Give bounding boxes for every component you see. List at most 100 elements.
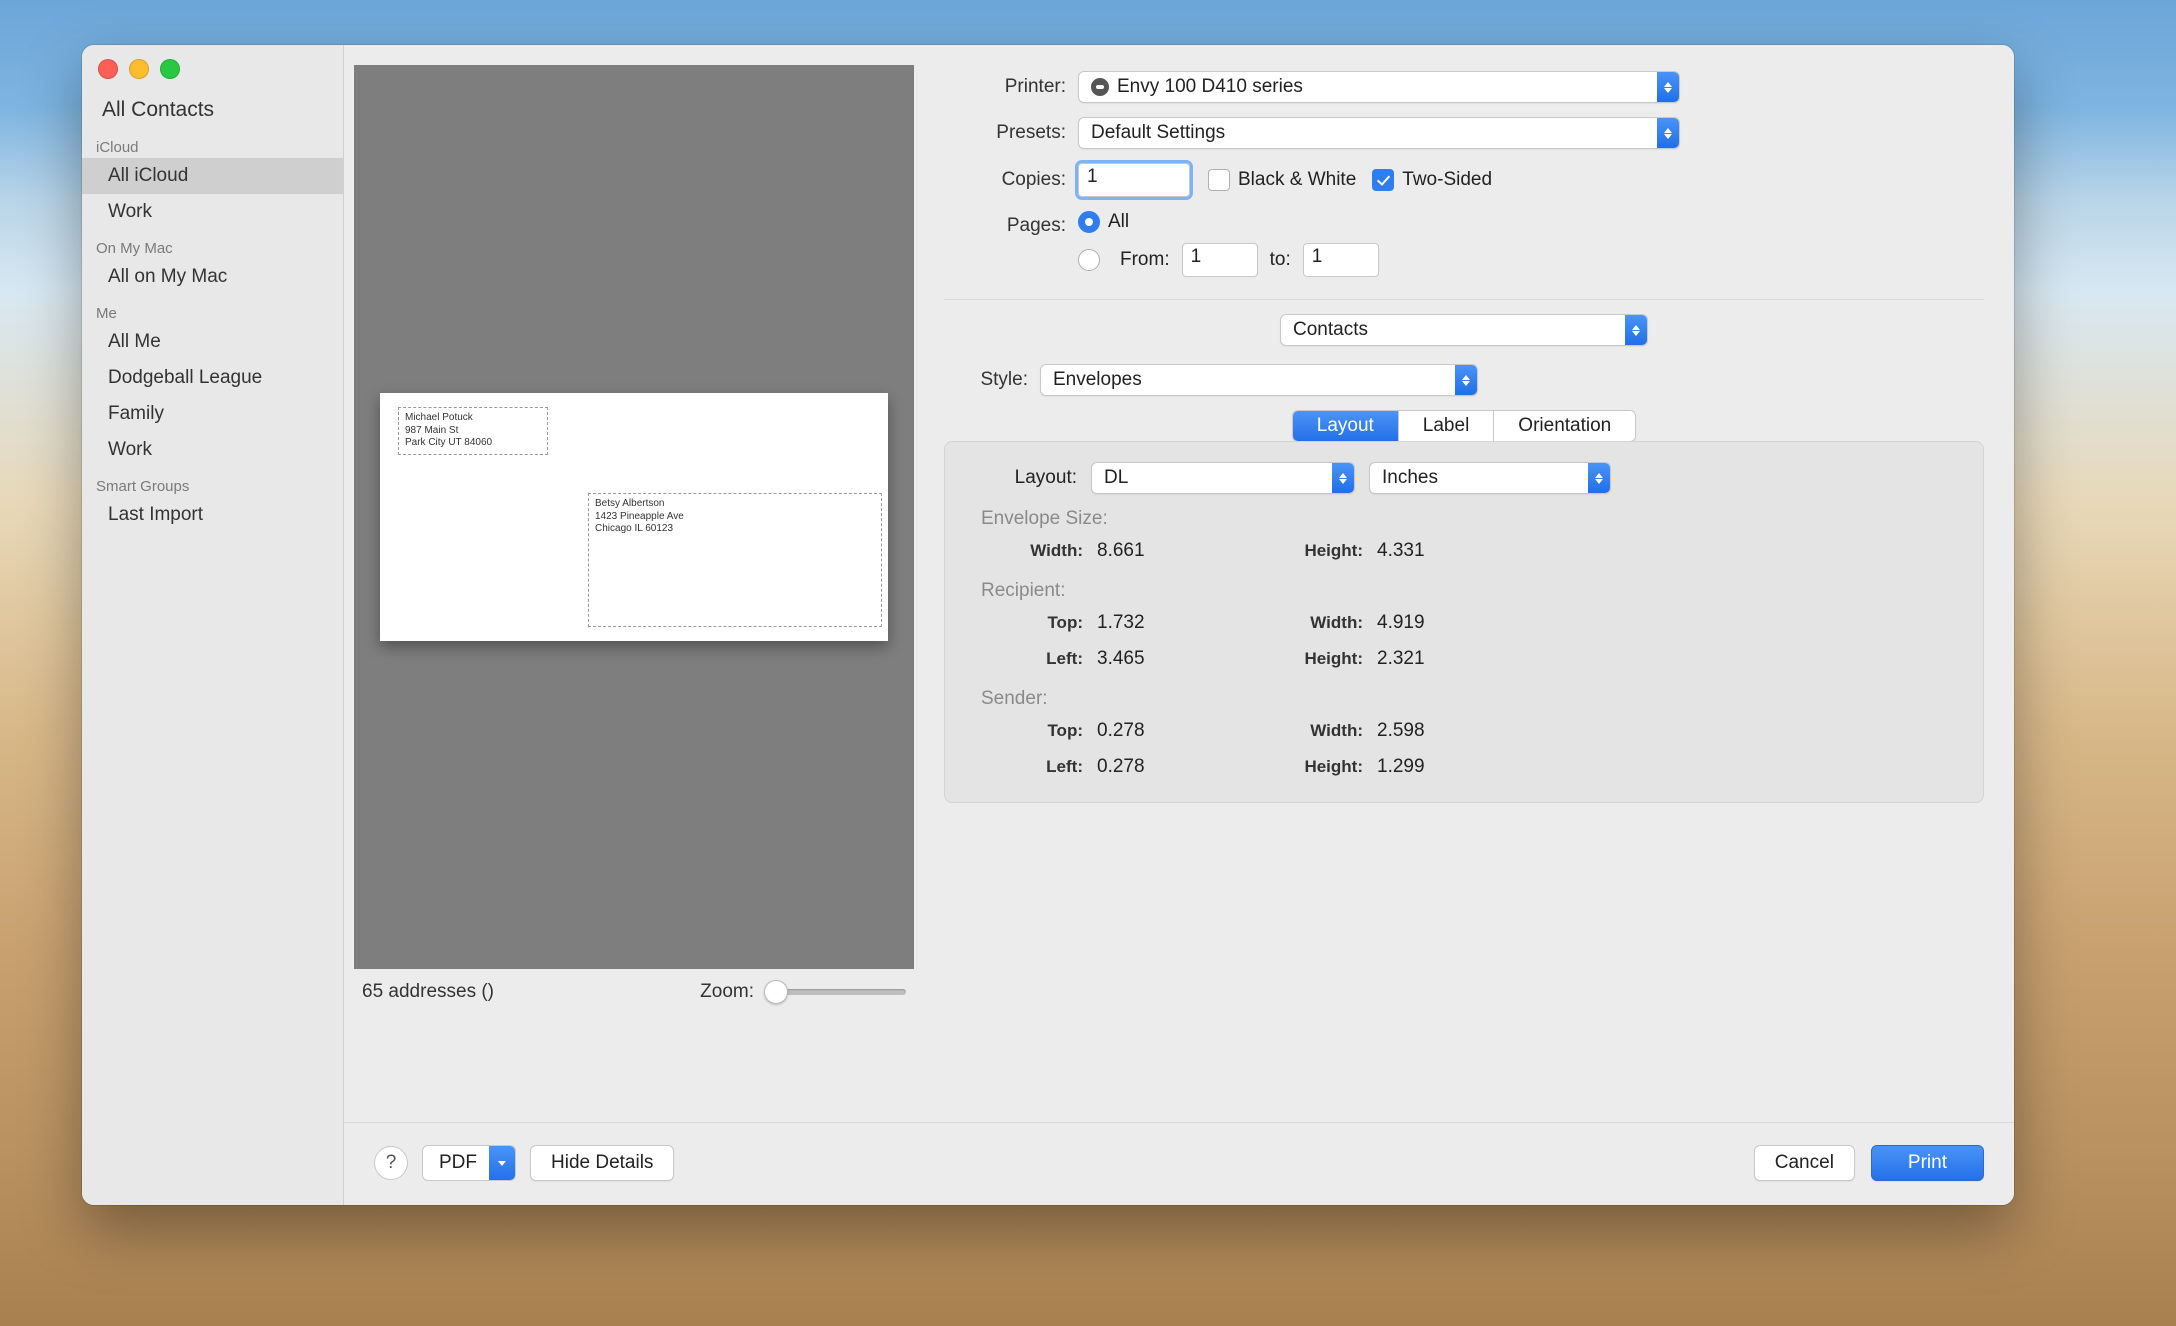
rec-width-label: Width:: [1227, 613, 1377, 633]
minimize-window-button[interactable]: [129, 59, 149, 79]
print-preview-column: Michael Potuck 987 Main St Park City UT …: [354, 65, 914, 1122]
black-white-checkbox[interactable]: [1208, 169, 1230, 191]
sidebar-item-all-on-my-mac[interactable]: All on My Mac: [82, 259, 343, 295]
envelope-sender-box[interactable]: Michael Potuck 987 Main St Park City UT …: [398, 407, 548, 455]
env-height-label: Height:: [1227, 541, 1377, 561]
recipient-city: Chicago IL 60123: [595, 523, 875, 536]
recipient-street: 1423 Pineapple Ave: [595, 511, 875, 524]
layout-panel: Layout: DL Inches Envelope Size:: [944, 441, 1984, 803]
envelope-size-section-label: Envelope Size:: [981, 508, 1947, 530]
sidebar-item-dodgeball[interactable]: Dodgeball League: [82, 360, 343, 396]
print-settings-column: Printer: Envy 100 D410 series Presets:: [944, 65, 1984, 1122]
sen-top-value: 0.278: [1097, 720, 1227, 742]
pages-label: Pages:: [944, 211, 1066, 237]
app-section-value: Contacts: [1293, 319, 1368, 341]
printer-label: Printer:: [944, 76, 1066, 98]
sidebar-item-last-import[interactable]: Last Import: [82, 497, 343, 533]
sidebar-group-smartgroups-header: Smart Groups: [82, 468, 343, 497]
sen-left-value: 0.278: [1097, 756, 1227, 778]
copies-input[interactable]: 1: [1078, 163, 1190, 197]
envelope-recipient-box[interactable]: Betsy Albertson 1423 Pineapple Ave Chica…: [588, 493, 882, 627]
style-value: Envelopes: [1053, 369, 1142, 391]
tab-orientation[interactable]: Orientation: [1494, 411, 1635, 441]
sender-city: Park City UT 84060: [405, 437, 541, 450]
pdf-menu-button[interactable]: PDF: [422, 1145, 516, 1181]
sidebar-item-work-me[interactable]: Work: [82, 432, 343, 468]
layout-label: Layout:: [981, 467, 1077, 489]
pages-from-input[interactable]: 1: [1182, 243, 1258, 277]
recipient-section-label: Recipient:: [981, 580, 1947, 602]
sen-left-label: Left:: [987, 757, 1097, 777]
layout-size-select[interactable]: DL: [1091, 462, 1355, 494]
preview-status-text: 65 addresses (): [362, 981, 494, 1003]
presets-value: Default Settings: [1091, 122, 1225, 144]
sen-top-label: Top:: [987, 721, 1097, 741]
pages-to-input[interactable]: 1: [1303, 243, 1379, 277]
printer-status-icon: [1091, 78, 1109, 96]
printer-select[interactable]: Envy 100 D410 series: [1078, 71, 1680, 103]
app-section-select[interactable]: Contacts: [1280, 314, 1648, 346]
contacts-sidebar: All Contacts iCloud All iCloud Work On M…: [82, 45, 344, 1205]
cancel-button[interactable]: Cancel: [1754, 1145, 1855, 1181]
sidebar-item-work-icloud[interactable]: Work: [82, 194, 343, 230]
recipient-name: Betsy Albertson: [595, 498, 875, 511]
print-dialog-main: Michael Potuck 987 Main St Park City UT …: [344, 45, 2014, 1205]
layout-tabs: Layout Label Orientation: [1292, 410, 1637, 442]
env-height-value: 4.331: [1377, 540, 1487, 562]
layout-unit-select[interactable]: Inches: [1369, 462, 1611, 494]
dialog-footer: ? PDF Hide Details Cancel Print: [344, 1122, 2014, 1205]
style-label: Style:: [944, 369, 1028, 391]
stepper-arrows-icon: [1625, 315, 1647, 345]
sidebar-all-contacts[interactable]: All Contacts: [82, 91, 343, 129]
rec-left-label: Left:: [987, 649, 1097, 669]
zoom-slider-knob[interactable]: [764, 980, 788, 1004]
sidebar-group-me-header: Me: [82, 295, 343, 324]
black-white-label: Black & White: [1238, 169, 1356, 191]
stepper-arrows-icon: [1588, 463, 1610, 493]
hide-details-button[interactable]: Hide Details: [530, 1145, 674, 1181]
sender-section-label: Sender:: [981, 688, 1947, 710]
tab-layout[interactable]: Layout: [1293, 411, 1399, 441]
sidebar-item-family[interactable]: Family: [82, 396, 343, 432]
layout-size-value: DL: [1104, 467, 1128, 489]
sender-name: Michael Potuck: [405, 412, 541, 425]
pages-from-label: From:: [1120, 249, 1170, 271]
presets-select[interactable]: Default Settings: [1078, 117, 1680, 149]
zoom-slider[interactable]: [766, 989, 906, 995]
rec-height-label: Height:: [1227, 649, 1377, 669]
stepper-arrows-icon: [1657, 118, 1679, 148]
sidebar-group-onmymac-header: On My Mac: [82, 230, 343, 259]
style-select[interactable]: Envelopes: [1040, 364, 1478, 396]
pages-all-label: All: [1108, 211, 1129, 233]
tab-label[interactable]: Label: [1399, 411, 1495, 441]
pages-range-radio[interactable]: [1078, 249, 1100, 271]
sidebar-item-all-me[interactable]: All Me: [82, 324, 343, 360]
two-sided-checkbox[interactable]: [1372, 169, 1394, 191]
sen-height-label: Height:: [1227, 757, 1377, 777]
env-width-value: 8.661: [1097, 540, 1227, 562]
pages-all-radio[interactable]: [1078, 211, 1100, 233]
zoom-window-button[interactable]: [160, 59, 180, 79]
print-button[interactable]: Print: [1871, 1145, 1984, 1181]
envelope-preview: Michael Potuck 987 Main St Park City UT …: [380, 393, 888, 641]
stepper-arrows-icon: [1332, 463, 1354, 493]
layout-unit-value: Inches: [1382, 467, 1438, 489]
help-button[interactable]: ?: [374, 1146, 408, 1180]
rec-width-value: 4.919: [1377, 612, 1487, 634]
env-width-label: Width:: [987, 541, 1097, 561]
rec-top-value: 1.732: [1097, 612, 1227, 634]
pages-to-label: to:: [1270, 249, 1291, 271]
rec-top-label: Top:: [987, 613, 1097, 633]
copies-label: Copies:: [944, 169, 1066, 191]
stepper-arrows-icon: [1657, 72, 1679, 102]
sen-width-value: 2.598: [1377, 720, 1487, 742]
two-sided-label: Two-Sided: [1402, 169, 1492, 191]
pdf-label: PDF: [439, 1152, 477, 1174]
sidebar-item-all-icloud[interactable]: All iCloud: [82, 158, 343, 194]
zoom-label: Zoom:: [700, 981, 754, 1003]
rec-left-value: 3.465: [1097, 648, 1227, 670]
print-preview-canvas: Michael Potuck 987 Main St Park City UT …: [354, 65, 914, 969]
presets-label: Presets:: [944, 122, 1066, 144]
close-window-button[interactable]: [98, 59, 118, 79]
printer-value: Envy 100 D410 series: [1117, 76, 1303, 98]
